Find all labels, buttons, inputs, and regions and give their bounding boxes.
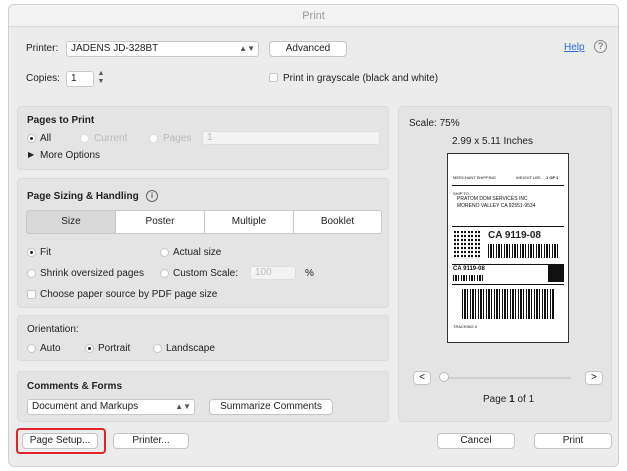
percent-label: % [305,268,314,279]
preview-panel: Scale: 75% 2.99 x 5.11 Inches MERCHANT S… [398,106,612,422]
help-icon[interactable]: ? [594,40,607,53]
summarize-comments-button[interactable]: Summarize Comments [209,399,333,415]
orientation-panel: Orientation: Auto Portrait Landscape [17,315,389,361]
advanced-button[interactable]: Advanced [269,41,347,57]
printer-select-value: JADENS JD-328BT [71,43,159,54]
portrait-label: Portrait [98,343,131,354]
printer-button[interactable]: Printer... [113,433,189,449]
pages-range-input[interactable]: 1 [202,131,380,145]
help-link[interactable]: Help [564,42,585,53]
label-route-small: CA 9119-08 [453,266,485,272]
pages-range-value: 1 [207,132,213,143]
label-line1: MERCHANT SHIPPING [453,175,496,180]
label-address: MORENO VALLEY CA 92551-9534 [457,203,536,209]
label-tracking-barcode [462,289,554,319]
comments-select[interactable]: Document and Markups ▲▼ [27,399,195,415]
page-counter: Page 1 of 1 [483,394,534,405]
grayscale-label: Print in grayscale (black and white) [283,73,439,84]
tab-booklet[interactable]: Booklet [293,210,382,234]
all-label: All [40,133,52,144]
comments-forms-title: Comments & Forms [27,381,123,392]
paper-size-label: 2.99 x 5.11 Inches [452,136,533,147]
current-label: Current [94,133,128,144]
fit-label: Fit [40,247,52,258]
disclosure-triangle-icon[interactable]: ▶ [28,150,34,159]
sizing-tab-bar: Size Poster Multiple Booklet [26,210,382,234]
auto-label: Auto [40,343,61,354]
custom-scale-input[interactable]: 100 [250,266,296,280]
tab-size[interactable]: Size [26,210,116,234]
orientation-title: Orientation: [27,324,79,335]
label-route-code: CA 9119-08 [488,230,541,241]
printer-label: Printer: [26,43,59,54]
shrink-label: Shrink oversized pages [40,268,144,279]
pages-to-print-title: Pages to Print [27,115,95,126]
page-counter-prefix: Page [483,394,507,405]
all-radio[interactable] [27,134,36,143]
scale-label: Scale: 75% [409,118,460,129]
label-qr-code [454,231,482,259]
paper-source-label: Choose paper source by PDF page size [40,289,218,300]
label-black-block [548,265,564,282]
comments-select-value: Document and Markups [32,401,139,412]
pages-radio[interactable] [149,134,158,143]
select-arrows-icon: ▲▼ [175,402,191,411]
landscape-radio[interactable] [153,344,162,353]
select-arrows-icon: ▲▼ [239,44,255,53]
print-dialog: Print Printer: JADENS JD-328BT ▲▼ Advanc… [8,4,619,467]
page-counter-current: 1 [509,394,515,405]
label-divider [452,226,564,227]
more-options-label[interactable]: More Options [40,150,100,161]
label-route-barcode [488,244,558,258]
custom-scale-label: Custom Scale: [173,268,239,279]
page-slider-thumb[interactable] [439,372,449,382]
current-radio[interactable] [80,134,89,143]
grayscale-checkbox[interactable] [269,73,278,82]
info-icon[interactable]: i [146,190,158,202]
page-slider-track[interactable] [441,377,571,379]
label-line3: 1 OF 1 [546,175,559,180]
fit-radio[interactable] [27,248,36,257]
pages-label: Pages [163,133,192,144]
copies-input[interactable]: 1 [66,71,94,87]
comments-forms-panel: Comments & Forms Document and Markups ▲▼… [17,371,389,422]
copies-label: Copies: [26,73,60,84]
pages-to-print-panel: Pages to Print All Current Pages 1 ▶ Mor… [17,106,389,170]
page-sizing-panel: Page Sizing & Handling i Size Poster Mul… [17,178,389,308]
label-divider [452,185,564,186]
label-line2: WEIGHT LBS [516,175,541,180]
copies-value: 1 [71,73,77,84]
cancel-button[interactable]: Cancel [437,433,515,449]
window-title: Print [9,5,618,27]
page-setup-button[interactable]: Page Setup... [22,433,98,449]
copies-stepper[interactable]: ▲ ▼ [96,70,106,88]
portrait-radio[interactable] [85,344,94,353]
printer-select[interactable]: JADENS JD-328BT ▲▼ [66,41,259,57]
landscape-label: Landscape [166,343,215,354]
shrink-radio[interactable] [27,269,36,278]
custom-scale-radio[interactable] [160,269,169,278]
label-divider [452,284,564,285]
paper-source-checkbox[interactable] [27,290,36,299]
page-sizing-title: Page Sizing & Handling [27,191,139,202]
tab-poster[interactable]: Poster [115,210,205,234]
actual-size-radio[interactable] [160,248,169,257]
page-preview: MERCHANT SHIPPING WEIGHT LBS 1 OF 1 SHIP… [447,153,569,343]
prev-page-button[interactable]: < [413,371,431,385]
page-counter-suffix: of 1 [517,394,535,405]
label-company: PRATOM DOM SERVICES INC [457,196,528,202]
next-page-button[interactable]: > [585,371,603,385]
custom-scale-value: 100 [255,267,272,278]
actual-size-label: Actual size [173,247,222,258]
label-tracking: TRACKING # [453,324,478,329]
print-button[interactable]: Print [534,433,612,449]
tab-multiple[interactable]: Multiple [204,210,294,234]
auto-radio[interactable] [27,344,36,353]
label-small-barcode [453,275,483,281]
